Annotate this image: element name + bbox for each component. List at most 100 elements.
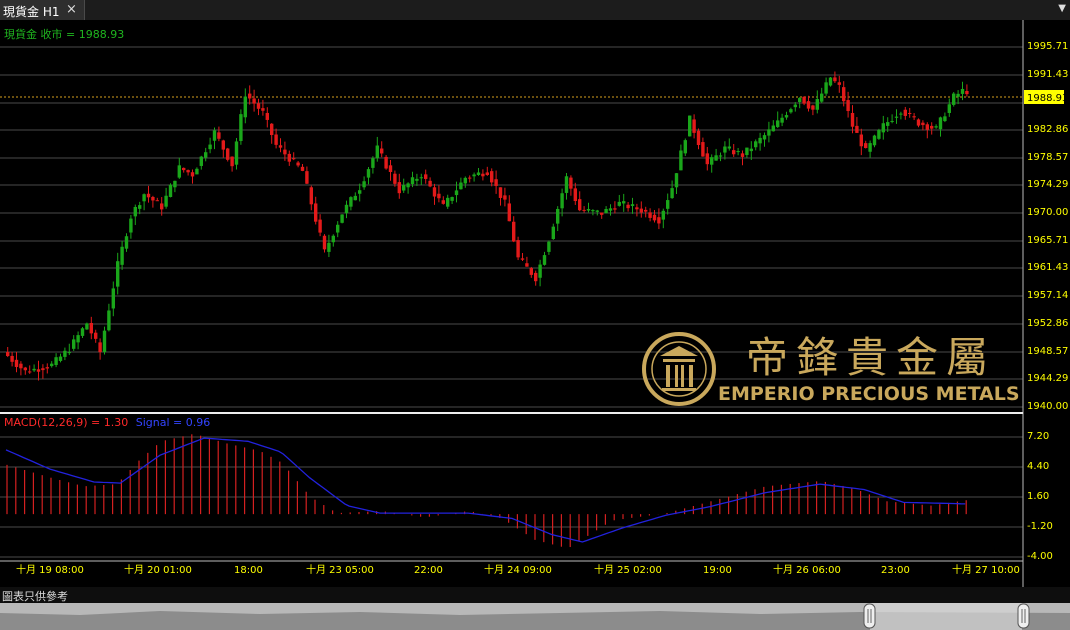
macd-legend-signal: Signal = 0.96 <box>136 416 211 429</box>
candle-body <box>415 178 419 181</box>
tab-spot-gold-h1[interactable]: 現貨金 H1 × <box>0 0 85 20</box>
candle-body <box>877 130 881 139</box>
candle-body <box>908 112 912 114</box>
candle-body <box>98 342 102 353</box>
candle-body <box>454 190 459 196</box>
candle-body <box>925 124 929 130</box>
candle-body <box>652 214 657 221</box>
candle-body <box>626 204 630 209</box>
candle-body <box>683 140 687 154</box>
time-tick: 十月 27 10:00 <box>952 563 1020 576</box>
candle-body <box>789 109 793 113</box>
candle-body <box>221 140 225 150</box>
candle-body <box>129 218 133 233</box>
candle-body <box>6 352 10 357</box>
candle-body <box>952 93 956 105</box>
candle-body <box>468 177 472 179</box>
candle-body <box>947 104 951 113</box>
candle-body <box>243 96 247 118</box>
candle-body <box>648 212 652 218</box>
price-chart[interactable]: 1995.71 1991.43 1982.86 1978.57 1974.29 … <box>0 20 1070 587</box>
candle-body <box>718 155 723 157</box>
candle-body <box>432 187 437 197</box>
candle-body <box>864 143 868 148</box>
candle-body <box>274 134 278 145</box>
candle-body <box>366 169 371 178</box>
candle-body <box>278 145 283 148</box>
candle-body <box>569 177 573 189</box>
candle-body <box>248 93 252 99</box>
time-tick: 十月 19 08:00 <box>16 563 84 576</box>
candle-body <box>424 174 428 179</box>
candle-body <box>36 369 41 372</box>
navigator-right-handle[interactable] <box>1017 603 1030 629</box>
candle-body <box>591 210 595 212</box>
candle-body <box>292 158 296 160</box>
dropdown-arrow-icon[interactable]: ▼ <box>1058 3 1066 14</box>
time-tick: 十月 20 01:00 <box>124 563 192 576</box>
candle-body <box>116 261 120 287</box>
candle-body <box>353 195 357 201</box>
candle-body <box>943 116 947 122</box>
candle-body <box>459 182 463 190</box>
time-tick: 十月 26 06:00 <box>773 563 841 576</box>
candle-body <box>710 157 714 165</box>
candle-body <box>890 120 894 122</box>
candle-body <box>859 134 863 147</box>
candle-body <box>736 151 740 153</box>
candle-body <box>582 209 586 211</box>
navigator-window[interactable] <box>870 603 1022 630</box>
candle-body <box>692 119 696 133</box>
candle-body <box>762 135 767 140</box>
candle-body <box>604 208 608 214</box>
candle-body <box>133 206 137 217</box>
candle-body <box>525 263 529 267</box>
current-price-label: 1988.93 <box>1027 93 1068 104</box>
candle-body <box>556 208 560 224</box>
candle-body <box>261 108 265 111</box>
candle-body <box>283 149 287 155</box>
candle-body <box>199 156 203 166</box>
candle-body <box>793 104 797 108</box>
macd-tick: -4.00 <box>1027 551 1053 562</box>
candle-body <box>842 87 846 102</box>
close-icon[interactable]: × <box>66 2 77 17</box>
candle-body <box>630 204 635 207</box>
logo-english-name: EMPERIO PRECIOUS METALS <box>718 383 1020 405</box>
candle-body <box>72 339 76 349</box>
candle-body <box>600 212 604 215</box>
candle-body <box>182 167 186 171</box>
candle-body <box>745 147 749 155</box>
window-titlebar: 現貨金 H1 × ▼ <box>0 0 1070 21</box>
candle-body <box>938 117 943 130</box>
candle-body <box>485 172 489 175</box>
candle-body <box>120 246 124 265</box>
candle-body <box>410 177 415 185</box>
chart-footer: 圖表只供參考 <box>0 587 1070 603</box>
candle-body <box>318 219 322 233</box>
candle-body <box>899 113 903 115</box>
candle-body <box>252 98 256 104</box>
candle-body <box>564 176 569 193</box>
price-tick: 1970.00 <box>1027 207 1068 218</box>
candle-body <box>14 359 19 367</box>
candle-body <box>635 207 639 210</box>
candle-body <box>494 179 498 186</box>
price-tick: 1978.57 <box>1027 152 1068 163</box>
navigator-left-handle[interactable] <box>863 603 876 629</box>
candle-body <box>212 130 217 141</box>
candle-body <box>894 116 899 118</box>
candle-body <box>806 101 811 109</box>
navigator-scrollbar[interactable] <box>0 603 1070 630</box>
candle-body <box>54 357 58 365</box>
candle-body <box>784 115 789 118</box>
macd-legend: MACD(12,26,9) = 1.30 Signal = 0.96 <box>4 416 210 429</box>
candle-body <box>696 130 701 146</box>
candle-body <box>586 209 591 211</box>
candle-body <box>208 144 212 150</box>
candle-body <box>45 367 49 369</box>
candle-body <box>155 200 159 202</box>
candle-body <box>32 368 36 371</box>
candle-body <box>881 123 885 133</box>
candle-body <box>608 208 613 211</box>
